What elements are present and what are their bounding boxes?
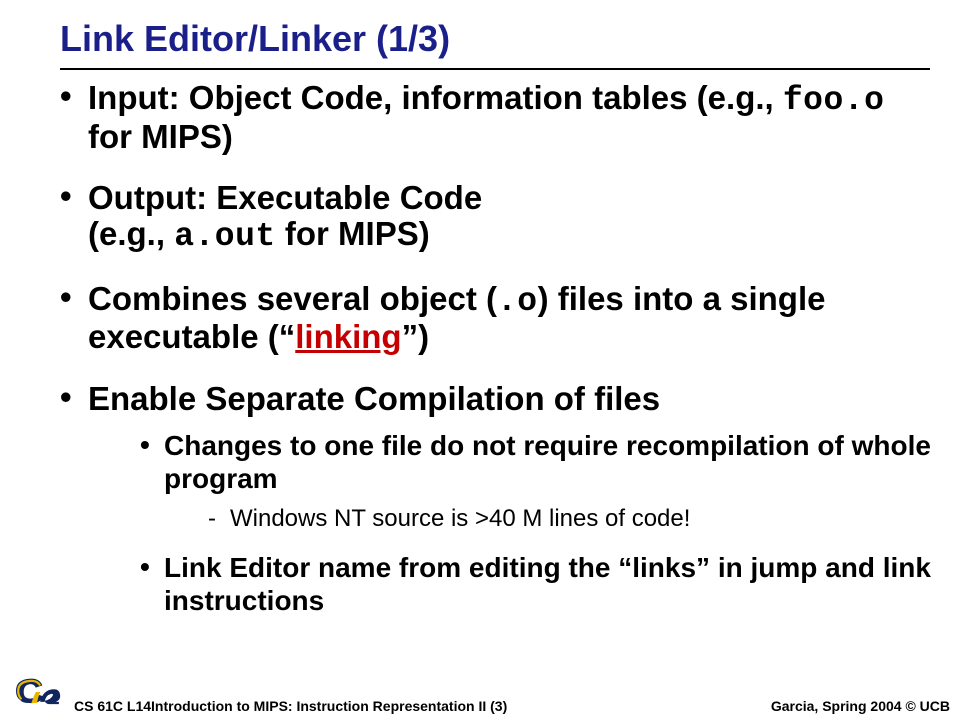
text: Combines several object ( — [88, 280, 497, 317]
text: Input: Object Code, information tables (… — [88, 79, 783, 116]
text: Changes to one file do not require recom… — [164, 430, 931, 493]
bullet-separate-compilation: Enable Separate Compilation of files Cha… — [60, 381, 936, 617]
text: Windows NT source is >40 M lines of code… — [230, 505, 690, 532]
text: for MIPS) — [276, 215, 430, 252]
sub-bullet-list: Changes to one file do not require recom… — [88, 430, 936, 616]
bullet-input: Input: Object Code, information tables (… — [60, 80, 936, 154]
bullet-list: Input: Object Code, information tables (… — [60, 80, 936, 617]
text: Output: Executable Code — [88, 179, 482, 216]
code-a-out: a.out — [174, 218, 276, 255]
text: (e.g., — [88, 215, 174, 252]
text: ”) — [402, 318, 430, 355]
bullet-combines: Combines several object (.o) files into … — [60, 281, 936, 355]
text: for MIPS) — [88, 118, 233, 155]
text: Link Editor name from editing the “links… — [164, 552, 931, 615]
slide: Link Editor/Linker (1/3) Input: Object C… — [0, 0, 960, 720]
footer-left-text: CS 61C L14Introduction to MIPS: Instruct… — [74, 698, 507, 714]
cal-logo-icon — [10, 670, 66, 714]
linking-word: linking — [295, 318, 401, 355]
footer: CS 61C L14Introduction to MIPS: Instruct… — [0, 670, 960, 720]
text: Enable Separate Compilation of files — [88, 380, 660, 417]
footer-left-group: CS 61C L14Introduction to MIPS: Instruct… — [10, 670, 507, 714]
bullet-output: Output: Executable Code (e.g., a.out for… — [60, 180, 936, 254]
code-dot-o: .o — [497, 283, 538, 320]
dash-windows-nt: Windows NT source is >40 M lines of code… — [208, 505, 936, 533]
sub-bullet-link-editor-name: Link Editor name from editing the “links… — [140, 552, 936, 616]
footer-right-text: Garcia, Spring 2004 © UCB — [771, 698, 950, 714]
sub-bullet-changes: Changes to one file do not require recom… — [140, 430, 936, 532]
code-foo-o: foo.o — [783, 82, 885, 119]
title-underline — [60, 68, 930, 70]
slide-title: Link Editor/Linker (1/3) — [60, 18, 936, 66]
